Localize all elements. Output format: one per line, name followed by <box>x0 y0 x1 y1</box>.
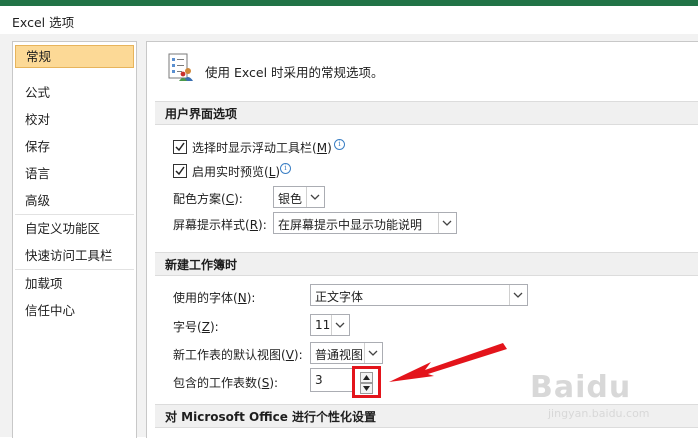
title-bar: Excel 选项 <box>0 6 698 34</box>
options-dialog: 常规 公式 校对 保存 语言 高级 自定义功能区 快速访问工具栏 加载项 信任中… <box>0 34 698 438</box>
annotation-arrow-icon <box>389 343 507 382</box>
window-title: Excel 选项 <box>12 15 75 30</box>
